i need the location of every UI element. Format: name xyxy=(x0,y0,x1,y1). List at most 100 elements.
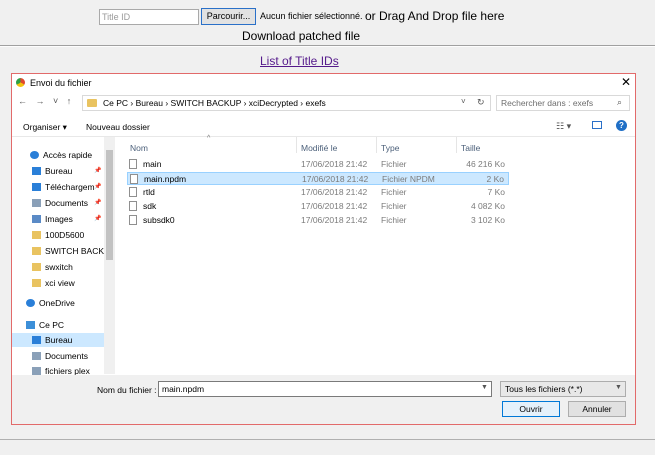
nav-item[interactable]: Bureau xyxy=(32,335,72,345)
refresh-icon[interactable]: ↻ xyxy=(477,97,485,108)
file-size: 3 102 Ko xyxy=(470,215,505,225)
nav-item-label: 100D5600 xyxy=(45,230,85,240)
column-name[interactable]: Nom xyxy=(130,143,148,153)
cancel-button[interactable]: Annuler xyxy=(568,401,626,417)
separator xyxy=(0,439,655,440)
open-button[interactable]: Ouvrir xyxy=(502,401,560,417)
star-icon xyxy=(30,151,39,159)
file-row[interactable]: rtld 17/06/2018 21:42 Fichier 7 Ko xyxy=(127,186,509,199)
cloud-icon xyxy=(26,299,35,307)
folder-icon xyxy=(32,231,41,239)
nav-item-label: Images xyxy=(45,214,73,224)
nav-item[interactable]: Ce PC xyxy=(26,320,64,330)
file-size: 46 216 Ko xyxy=(466,159,505,169)
file-type-select[interactable]: Tous les fichiers (*.*) ▼ xyxy=(500,381,626,397)
column-modified[interactable]: Modifié le xyxy=(301,143,337,153)
download-icon xyxy=(32,183,41,191)
chevron-down-icon[interactable]: ▼ xyxy=(615,384,622,391)
filename-label: Nom du fichier : xyxy=(97,385,157,395)
file-name: rtld xyxy=(143,187,155,197)
filename-value: main.npdm xyxy=(162,384,205,394)
folder-icon xyxy=(87,99,97,107)
separator xyxy=(0,45,655,47)
folder-icon xyxy=(32,279,41,287)
search-input[interactable]: Rechercher dans : exefs ⌕ xyxy=(496,95,630,111)
images-icon xyxy=(32,215,41,223)
search-placeholder: Rechercher dans : exefs xyxy=(501,98,594,108)
file-row[interactable]: sdk 17/06/2018 21:42 Fichier 4 082 Ko xyxy=(127,200,509,213)
documents-icon xyxy=(32,367,41,375)
nav-item[interactable]: swxitch xyxy=(32,262,73,272)
nav-item[interactable]: 100D5600 xyxy=(32,230,84,240)
nav-item-label: Téléchargem xyxy=(45,182,95,192)
file-type: Fichier xyxy=(381,215,407,225)
browse-button[interactable]: Parcourir... xyxy=(201,8,256,25)
pin-icon[interactable]: 📌 xyxy=(94,167,101,174)
nav-item-label: Bureau xyxy=(45,166,73,176)
file-row[interactable]: main.npdm 17/06/2018 21:42 Fichier NPDM 2 K… xyxy=(127,172,509,185)
pin-icon[interactable]: 📌 xyxy=(94,183,101,190)
drag-drop-label: or Drag And Drop file here xyxy=(365,9,505,23)
nav-item-label: SWITCH BACKU xyxy=(45,246,111,256)
title-id-input[interactable] xyxy=(99,9,199,25)
file-icon xyxy=(129,201,137,211)
organiser-button[interactable]: Organiser ▾ xyxy=(23,122,67,133)
nav-item-label: OneDrive xyxy=(39,298,75,308)
column-separator[interactable] xyxy=(296,137,297,153)
search-icon[interactable]: ⌕ xyxy=(617,97,622,108)
nav-arrows-icon[interactable]: ← → ˅ ↑ xyxy=(18,96,74,106)
breadcrumb[interactable]: Ce PC › Bureau › SWITCH BACKUP › xciDecr… xyxy=(103,98,326,108)
file-modified: 17/06/2018 21:42 xyxy=(302,174,369,184)
file-icon xyxy=(129,215,137,225)
file-row[interactable]: subsdk0 17/06/2018 21:42 Fichier 3 102 Ko xyxy=(127,214,509,227)
file-name: main.npdm xyxy=(144,174,187,184)
nav-item-label: xci view xyxy=(45,278,75,288)
nav-item[interactable]: Documents xyxy=(32,351,88,361)
new-folder-button[interactable]: Nouveau dossier xyxy=(86,122,150,132)
file-icon xyxy=(129,187,137,197)
file-name: subsdk0 xyxy=(143,215,175,225)
nav-item[interactable]: OneDrive xyxy=(26,298,75,308)
pin-icon[interactable]: 📌 xyxy=(94,199,101,206)
column-separator[interactable] xyxy=(376,137,377,153)
nav-scrollbar-thumb[interactable] xyxy=(106,150,113,260)
documents-icon xyxy=(32,352,41,360)
sort-up-icon: ^ xyxy=(207,135,211,142)
download-patched-label[interactable]: Download patched file xyxy=(242,29,360,43)
nav-item-label: Ce PC xyxy=(39,320,65,330)
nav-item-label: Documents xyxy=(45,351,88,361)
close-icon[interactable]: ✕ xyxy=(621,75,631,89)
chevron-down-icon[interactable]: ▼ xyxy=(481,384,488,391)
view-options-icon[interactable]: ☷ ▾ xyxy=(556,121,571,132)
nav-item[interactable]: Documents xyxy=(32,198,88,208)
nav-item-label: Bureau xyxy=(45,335,73,345)
nav-item[interactable]: xci view xyxy=(32,278,75,288)
nav-item[interactable]: Accès rapide xyxy=(30,150,92,160)
title-ids-link[interactable]: List of Title IDs xyxy=(260,54,339,68)
dialog-title: Envoi du fichier xyxy=(30,78,92,88)
pin-icon[interactable]: 📌 xyxy=(94,215,101,222)
file-type-value: Tous les fichiers (*.*) xyxy=(505,384,583,394)
chevron-down-icon[interactable]: ˅ xyxy=(461,97,466,106)
help-icon[interactable]: ? xyxy=(616,120,627,131)
preview-pane-icon[interactable] xyxy=(592,121,602,129)
file-type: Fichier xyxy=(381,201,407,211)
column-separator[interactable] xyxy=(456,137,457,153)
file-icon xyxy=(129,159,137,169)
column-type[interactable]: Type xyxy=(381,143,399,153)
filename-input[interactable]: main.npdm ▼ xyxy=(158,381,492,397)
nav-item[interactable]: SWITCH BACKU xyxy=(32,246,110,256)
file-row[interactable]: main 17/06/2018 21:42 Fichier 46 216 Ko xyxy=(127,158,509,171)
no-file-label: Aucun fichier sélectionné. xyxy=(260,11,363,21)
address-bar[interactable]: Ce PC › Bureau › SWITCH BACKUP › xciDecr… xyxy=(82,95,491,111)
file-name: main xyxy=(143,159,162,169)
folder-icon xyxy=(32,263,41,271)
file-modified: 17/06/2018 21:42 xyxy=(301,201,368,211)
nav-item[interactable]: Images xyxy=(32,214,73,224)
nav-item-label: Documents xyxy=(45,198,88,208)
column-size[interactable]: Taille xyxy=(461,143,480,153)
nav-item[interactable]: Bureau xyxy=(32,166,72,176)
file-size: 2 Ko xyxy=(486,174,505,184)
nav-item[interactable]: Téléchargem xyxy=(32,182,95,192)
firefox-icon xyxy=(16,78,25,87)
